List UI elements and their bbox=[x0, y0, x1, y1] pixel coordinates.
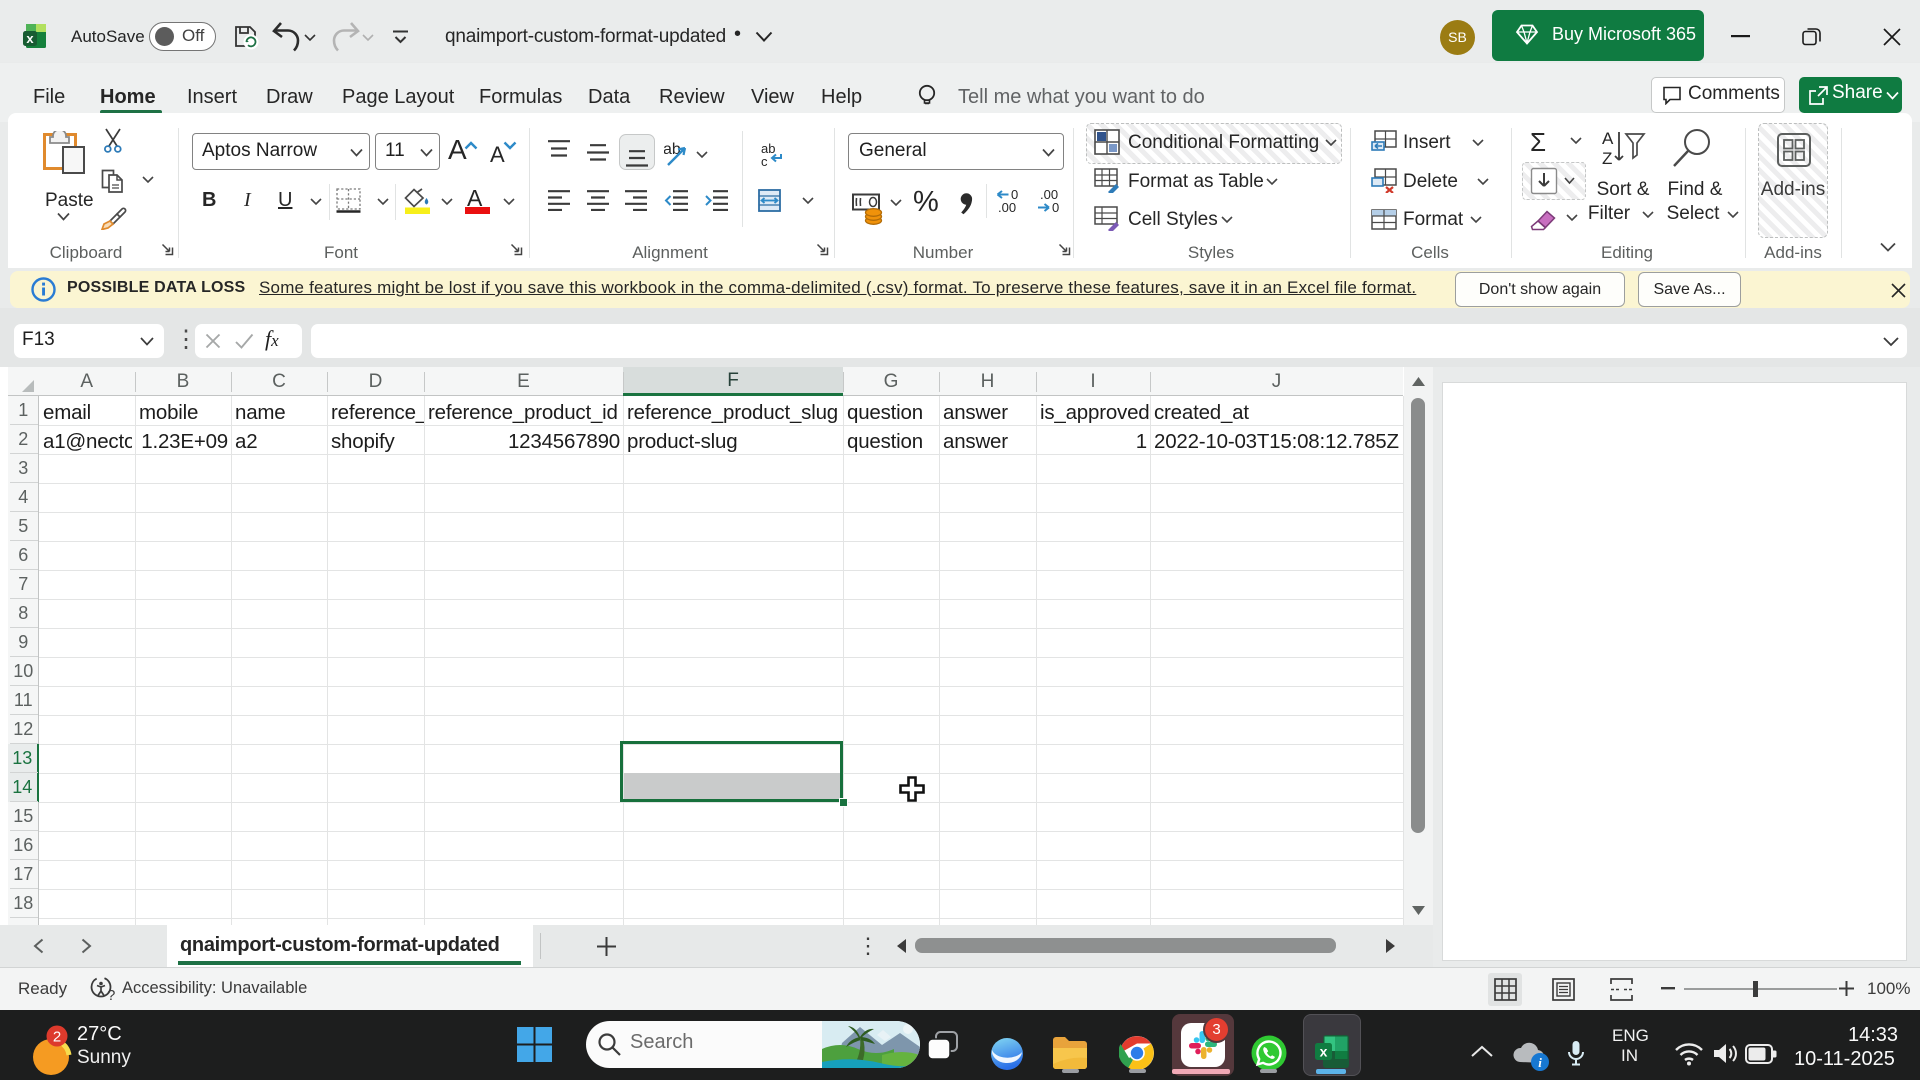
svg-text:A: A bbox=[1602, 129, 1614, 148]
svg-text:i: i bbox=[1538, 1055, 1542, 1070]
svg-text:.00: .00 bbox=[998, 200, 1016, 213]
svg-text:x: x bbox=[26, 31, 34, 46]
svg-text:2: 2 bbox=[53, 1029, 61, 1046]
svg-text:x: x bbox=[1320, 1044, 1328, 1060]
svg-text:?: ? bbox=[107, 987, 115, 1002]
svg-text:Z: Z bbox=[1602, 149, 1612, 168]
svg-text:c: c bbox=[761, 154, 768, 167]
svg-text:0: 0 bbox=[1052, 200, 1059, 213]
